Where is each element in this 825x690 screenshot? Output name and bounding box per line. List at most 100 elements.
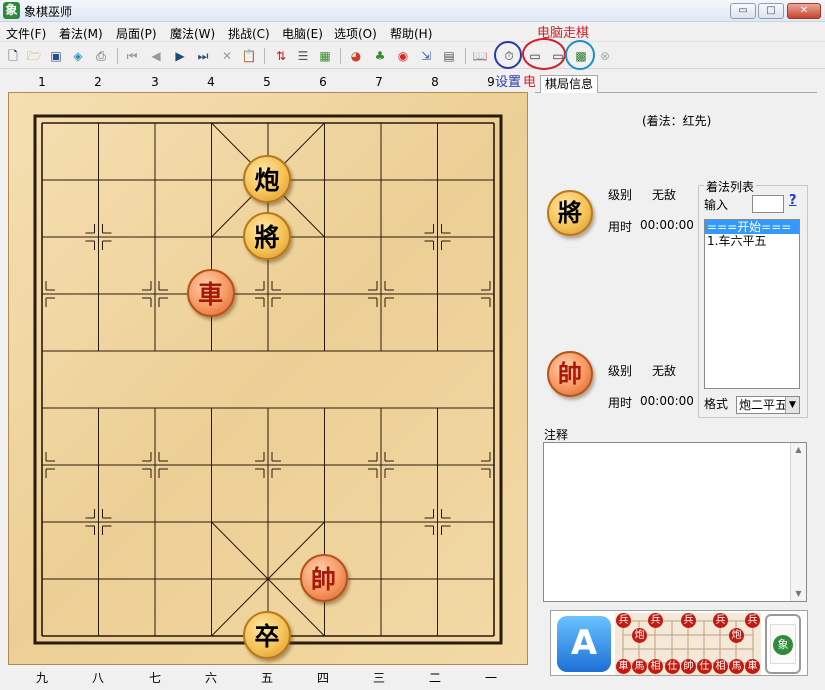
menu-position[interactable]: 局面(P) (116, 25, 157, 42)
mini-piece: 兵 (681, 613, 696, 628)
format-label: 格式 (704, 397, 729, 411)
menu-bar: 文件(F) 着法(M) 局面(P) 魔法(W) 挑战(C) 电脑(E) 选项(O… (0, 22, 825, 42)
save-as-icon[interactable]: ◈ (69, 47, 87, 65)
toolbar-separator (340, 48, 341, 64)
edit-board-icon[interactable]: ▦ (316, 47, 334, 65)
moves-list-title: 着法列表 (704, 178, 757, 195)
color-icon[interactable]: ◕ (347, 47, 365, 65)
mini-piece: 馬 (729, 659, 744, 674)
file-label: 九 (35, 671, 48, 685)
flip-icon[interactable]: ⇅ (272, 47, 290, 65)
red-chariot-piece[interactable]: 車 (186, 269, 235, 317)
notes-scrollbar[interactable]: ▲ ▼ (790, 443, 806, 601)
file-label: 3 (151, 75, 159, 89)
menu-computer[interactable]: 电脑(E) (282, 25, 323, 42)
tab-game-info[interactable]: 棋局信息 (540, 75, 598, 93)
mini-piece: 馬 (632, 659, 647, 674)
window-title: 象棋巫师 (24, 5, 73, 19)
black-player-piece: 將 (547, 190, 593, 236)
export-icon[interactable]: ⇲ (417, 47, 435, 65)
maximize-button[interactable]: □ (758, 3, 784, 19)
file-label: 五 (260, 671, 273, 685)
new-icon[interactable]: 🗋 (4, 47, 22, 65)
save-icon[interactable]: ▣ (47, 47, 65, 65)
red-level-label: 级别 (608, 364, 633, 378)
chess-board[interactable]: 炮將車帥卒 (8, 92, 528, 665)
black-general-piece[interactable]: 將 (243, 212, 291, 260)
help-link[interactable]: ? (789, 193, 797, 208)
red-level-value: 无敌 (652, 364, 677, 378)
scroll-down-icon[interactable]: ▼ (791, 587, 806, 601)
file-label: 9 (487, 75, 495, 89)
tree-search-icon[interactable]: ♣ (371, 47, 389, 65)
move-item[interactable]: 1.车六平五 (705, 234, 799, 248)
mini-piece: 兵 (648, 613, 663, 628)
library-icon[interactable]: 📖 (471, 47, 489, 65)
file-label: 三 (372, 671, 385, 685)
file-label: 4 (207, 75, 215, 89)
black-time-value: 00:00:00 (640, 218, 694, 232)
notes-label: 注释 (544, 428, 569, 442)
red-general-piece[interactable]: 帥 (299, 554, 348, 602)
file-label: 六 (204, 671, 217, 685)
close-button[interactable]: ✕ (787, 3, 821, 19)
mini-piece: 仕 (697, 659, 712, 674)
stop-icon[interactable]: ⊗ (596, 47, 614, 65)
print-icon[interactable]: ⎙ (92, 47, 110, 65)
moves-list[interactable]: ===开始=== 1.车六平五 (704, 219, 800, 389)
mini-piece: 兵 (713, 613, 728, 628)
menu-magic[interactable]: 魔法(W) (170, 25, 215, 42)
book-icon[interactable]: ▤ (440, 47, 458, 65)
next-move-icon[interactable]: ▶ (171, 47, 189, 65)
weibo-icon[interactable]: ◉ (394, 47, 412, 65)
mini-piece: 帥 (681, 659, 696, 674)
file-label: 二 (428, 671, 441, 685)
black-level-value: 无敌 (652, 188, 677, 202)
phone-app-logo: 象 (773, 635, 793, 655)
menu-file[interactable]: 文件(F) (6, 25, 46, 42)
computer-move-annotation: 电脑走棋 (537, 26, 590, 41)
minimize-button[interactable]: ▭ (730, 3, 756, 19)
toolbar: 🗋 🗁 ▣ ◈ ⎙ ⏮ ◀ ▶ ⏭ ✕ 📋 ⇅ ☰ ▦ ◕ ♣ ◉ ⇲ ▤ 📖 … (0, 43, 825, 69)
format-value: 炮二平五 (739, 398, 788, 412)
red-time-label: 用时 (608, 396, 633, 410)
first-move-icon[interactable]: ⏮ (123, 47, 141, 65)
menu-help[interactable]: 帮助(H) (390, 25, 432, 42)
toolbar-separator (465, 48, 466, 64)
mini-piece: 相 (648, 659, 663, 674)
notes-textarea[interactable]: ▲ ▼ (543, 442, 807, 602)
app-logo-icon: 象 (3, 2, 20, 19)
file-label: 四 (316, 671, 329, 685)
menu-options[interactable]: 选项(O) (334, 25, 377, 42)
format-select[interactable]: 炮二平五 ▼ (736, 396, 800, 414)
delete-icon[interactable]: ✕ (218, 47, 236, 65)
mini-piece: 相 (713, 659, 728, 674)
mini-piece: 兵 (616, 613, 631, 628)
move-input[interactable] (752, 195, 784, 213)
prev-move-icon[interactable]: ◀ (147, 47, 165, 65)
tree-icon[interactable]: ☰ (294, 47, 312, 65)
app-store-banner[interactable]: A 兵 兵 兵 兵 兵 炮 炮 車 馬 相 仕 帥 仕 相 馬 車 象 (550, 610, 808, 676)
file-label: 6 (319, 75, 327, 89)
black-soldier-piece[interactable]: 卒 (243, 611, 291, 659)
black-time-label: 用时 (608, 220, 633, 234)
last-move-icon[interactable]: ⏭ (194, 47, 212, 65)
menu-moves[interactable]: 着法(M) (59, 25, 103, 42)
toolbar-separator (264, 48, 265, 64)
paste-icon[interactable]: 📋 (240, 47, 258, 65)
move-item[interactable]: ===开始=== (705, 220, 799, 234)
black-cannon-piece[interactable]: 炮 (243, 155, 291, 203)
file-label: 5 (263, 75, 271, 89)
top-file-labels: 1 2 3 4 5 6 7 8 9 (0, 74, 530, 90)
open-icon[interactable]: 🗁 (25, 47, 43, 65)
scroll-up-icon[interactable]: ▲ (791, 443, 806, 457)
red-player-piece: 帥 (547, 351, 593, 397)
menu-challenge[interactable]: 挑战(C) (228, 25, 270, 42)
file-label: 八 (91, 671, 104, 685)
app-store-icon: A (557, 616, 611, 672)
file-label: 8 (431, 75, 439, 89)
file-label: 7 (375, 75, 383, 89)
mini-piece: 炮 (632, 628, 647, 643)
phone-icon: 象 (765, 614, 801, 674)
toolbar-separator (117, 48, 118, 64)
